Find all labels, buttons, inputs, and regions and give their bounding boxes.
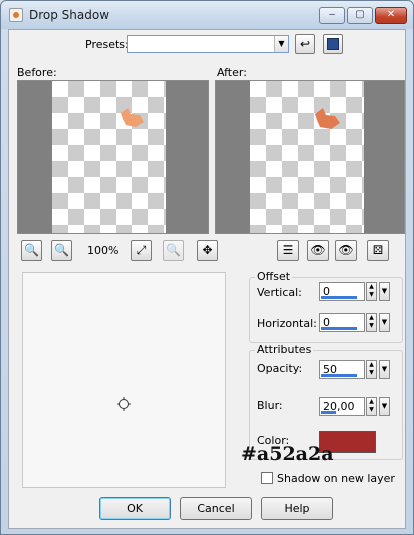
eye-question-icon: 👁 <box>310 243 326 257</box>
opacity-input[interactable]: 50 <box>319 360 365 379</box>
horizontal-label: Horizontal: <box>257 317 317 330</box>
vertical-dropdown[interactable]: ▼ <box>379 282 390 301</box>
after-label: After: <box>217 66 247 79</box>
zoom-to-fit-button[interactable]: ⤢ <box>131 240 152 261</box>
pan-button[interactable]: ✥ <box>197 240 218 261</box>
help-button[interactable]: Help <box>261 497 333 520</box>
close-button[interactable]: ✕ <box>375 7 407 24</box>
color-hex-annotation: #a52a2a <box>241 443 334 465</box>
vertical-slider-bar[interactable] <box>321 296 357 299</box>
opacity-spinner[interactable]: ▲ ▼ <box>366 360 377 379</box>
shadow-on-new-layer-checkbox[interactable] <box>261 472 273 484</box>
randomize-button[interactable]: ⚄ <box>367 240 389 261</box>
title-bar[interactable]: Drop Shadow ‒ ▢ ✕ <box>1 1 413 29</box>
list-icon: ☰ <box>282 243 294 257</box>
after-preview[interactable] <box>215 80 405 234</box>
opacity-dropdown[interactable]: ▼ <box>379 360 390 379</box>
horizontal-dropdown[interactable]: ▼ <box>379 313 390 332</box>
proof-button[interactable]: 👁 <box>307 240 329 261</box>
after-checkerboard <box>250 81 364 233</box>
chevron-down-icon: ▼ <box>274 36 288 52</box>
zoom-level: 100% <box>87 244 119 257</box>
auto-proof-button[interactable]: 👁 <box>335 240 357 261</box>
dialog-body: Presets: ▼ ↩ Before: After: 🔍 🔍 100% ⤢ 🔍… <box>8 29 406 529</box>
magnifier-icon: 🔍 <box>166 243 181 257</box>
after-shape-path <box>315 108 340 129</box>
reset-preset-button[interactable]: ↩ <box>295 34 315 54</box>
magnifier-plus-icon: 🔍 <box>24 243 39 257</box>
before-checkerboard <box>52 81 166 233</box>
horizontal-spinner[interactable]: ▲ ▼ <box>366 313 377 332</box>
offset-crosshair-icon[interactable] <box>117 397 131 411</box>
magnifier-minus-icon: 🔍 <box>54 243 69 257</box>
blur-slider-bar[interactable] <box>321 411 336 414</box>
expand-icon: ⤢ <box>136 243 147 257</box>
zoom-actual-button[interactable]: 🔍 <box>163 240 184 261</box>
before-shape <box>121 108 144 127</box>
dice-icon: ⚄ <box>372 243 384 257</box>
maximize-button[interactable]: ▢ <box>347 7 373 24</box>
vertical-label: Vertical: <box>257 286 302 299</box>
window-title: Drop Shadow <box>29 8 110 22</box>
blur-dropdown[interactable]: ▼ <box>379 397 390 416</box>
horizontal-slider-bar[interactable] <box>321 327 357 330</box>
toggle-preview-settings-button[interactable]: ☰ <box>277 240 299 261</box>
before-shape-path <box>121 108 144 127</box>
vertical-input[interactable]: 0 <box>319 282 365 301</box>
blur-spinner[interactable]: ▲ ▼ <box>366 397 377 416</box>
attributes-group-title: Attributes <box>255 343 314 356</box>
save-disk-icon <box>327 38 339 50</box>
cancel-button[interactable]: Cancel <box>180 497 252 520</box>
minimize-button[interactable]: ‒ <box>319 7 345 24</box>
presets-dropdown[interactable]: ▼ <box>127 35 289 53</box>
after-shape <box>315 108 340 129</box>
move-arrows-icon: ✥ <box>202 243 213 257</box>
presets-label: Presets: <box>85 38 129 51</box>
offset-group-title: Offset <box>255 270 293 283</box>
crosshair-ring <box>119 399 129 409</box>
zoom-out-button[interactable]: 🔍 <box>51 240 72 261</box>
horizontal-input[interactable]: 0 <box>319 313 365 332</box>
opacity-slider-bar[interactable] <box>321 374 357 377</box>
save-preset-button[interactable] <box>323 34 343 54</box>
app-icon <box>9 8 23 22</box>
before-label: Before: <box>17 66 57 79</box>
blur-input[interactable]: 20,00 <box>319 397 365 416</box>
ok-button[interactable]: OK <box>99 497 171 520</box>
vertical-spinner[interactable]: ▲ ▼ <box>366 282 377 301</box>
before-preview[interactable] <box>17 80 209 234</box>
blur-label: Blur: <box>257 399 283 412</box>
undo-arrow-icon: ↩ <box>299 37 311 51</box>
eye-icon: 👁 <box>338 243 354 257</box>
shadow-on-new-layer-label: Shadow on new layer <box>277 472 395 485</box>
offset-canvas[interactable] <box>22 272 226 488</box>
zoom-in-button[interactable]: 🔍 <box>21 240 42 261</box>
opacity-label: Opacity: <box>257 362 303 375</box>
drop-shadow-dialog: Drop Shadow ‒ ▢ ✕ Presets: ▼ ↩ Before: A… <box>0 0 414 535</box>
